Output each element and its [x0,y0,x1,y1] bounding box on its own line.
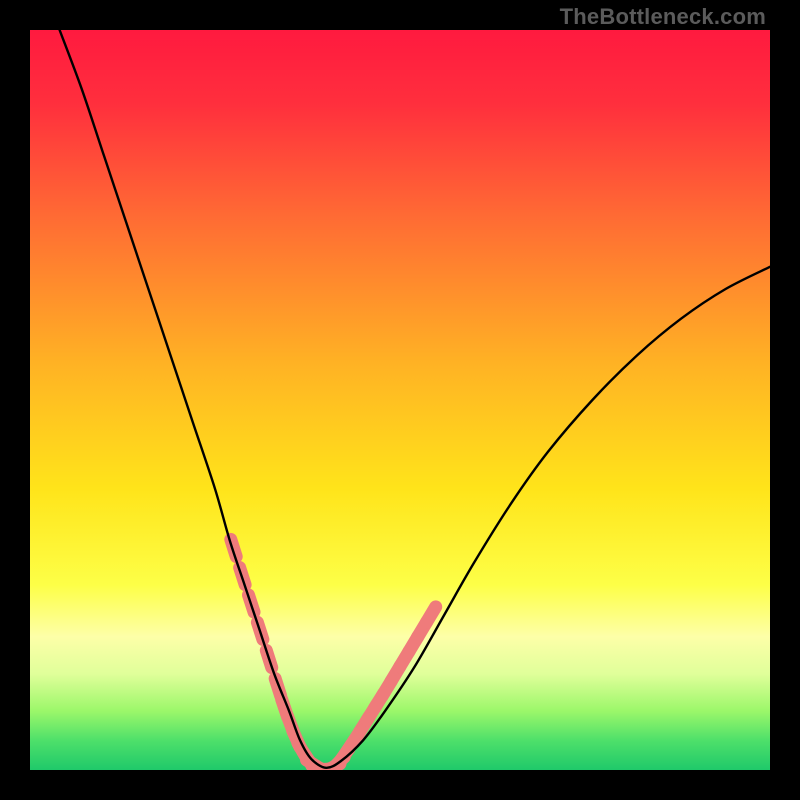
marker-dot [426,607,435,622]
chart-overlay [30,30,770,770]
chart-frame [30,30,770,770]
marker-layer [231,539,436,770]
bottleneck-curve [60,30,770,768]
watermark-text: TheBottleneck.com [560,4,766,30]
